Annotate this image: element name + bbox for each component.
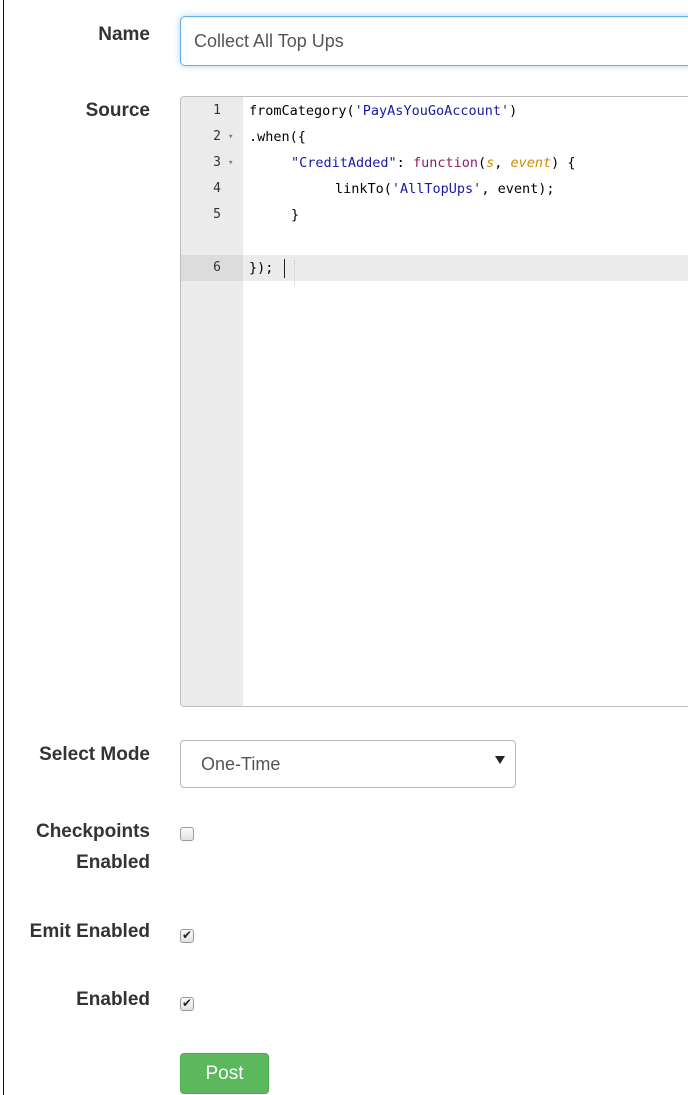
code-line-4: linkTo('AllTopUps', event); <box>335 181 555 197</box>
left-border-line <box>3 0 4 1095</box>
checkpoints-enabled-checkbox[interactable] <box>180 827 194 841</box>
text-cursor <box>284 259 285 278</box>
select-mode-value: One-Time <box>201 754 281 774</box>
checkpoints-label-line2: Enabled <box>76 852 150 873</box>
code-area[interactable]: fromCategory('PayAsYouGoAccount') .when(… <box>243 97 688 706</box>
line-number-4: 4 <box>213 181 221 196</box>
dropdown-caret-icon <box>495 756 505 764</box>
enabled-label: Enabled <box>76 989 150 1010</box>
code-line-6: }); <box>249 260 274 276</box>
select-mode-label: Select Mode <box>39 744 150 765</box>
line-number-6: 6 <box>181 255 243 281</box>
code-line-1: fromCategory('PayAsYouGoAccount') <box>249 103 518 119</box>
checkmark-icon: ✔ <box>182 996 193 1010</box>
name-label: Name <box>98 24 150 45</box>
code-line-2: .when({ <box>249 129 306 145</box>
emit-enabled-checkbox[interactable]: ✔ <box>180 928 194 943</box>
post-button[interactable]: Post <box>180 1053 269 1094</box>
checkpoints-label: Checkpoints <box>35 821 150 842</box>
line-number-2: 2 ▾ <box>181 124 243 150</box>
fold-toggle-icon[interactable]: ▾ <box>228 124 233 150</box>
code-line-5: } <box>291 207 300 223</box>
select-mode-dropdown[interactable]: One-Time <box>180 740 516 788</box>
active-line-highlight <box>243 255 688 281</box>
line-number-3: 3 ▾ <box>181 150 243 176</box>
emit-enabled-label: Emit Enabled <box>29 921 150 942</box>
code-line-3: "CreditAdded": function(s, event) { <box>291 155 576 171</box>
fold-toggle-icon[interactable]: ▾ <box>228 150 233 176</box>
line-number-1: 1 <box>213 103 221 118</box>
line-number-5: 5 <box>213 207 221 222</box>
indent-guide <box>294 260 295 286</box>
source-label: Source <box>85 100 150 121</box>
name-input[interactable] <box>180 16 688 66</box>
source-code-editor[interactable]: 1 2 ▾ 3 ▾ 4 5 6 fromCategory('PayAsYouGoAc… <box>180 96 688 707</box>
enabled-checkbox[interactable]: ✔ <box>180 996 194 1011</box>
editor-gutter: 1 2 ▾ 3 ▾ 4 5 6 <box>181 97 243 706</box>
checkmark-icon: ✔ <box>182 928 193 942</box>
